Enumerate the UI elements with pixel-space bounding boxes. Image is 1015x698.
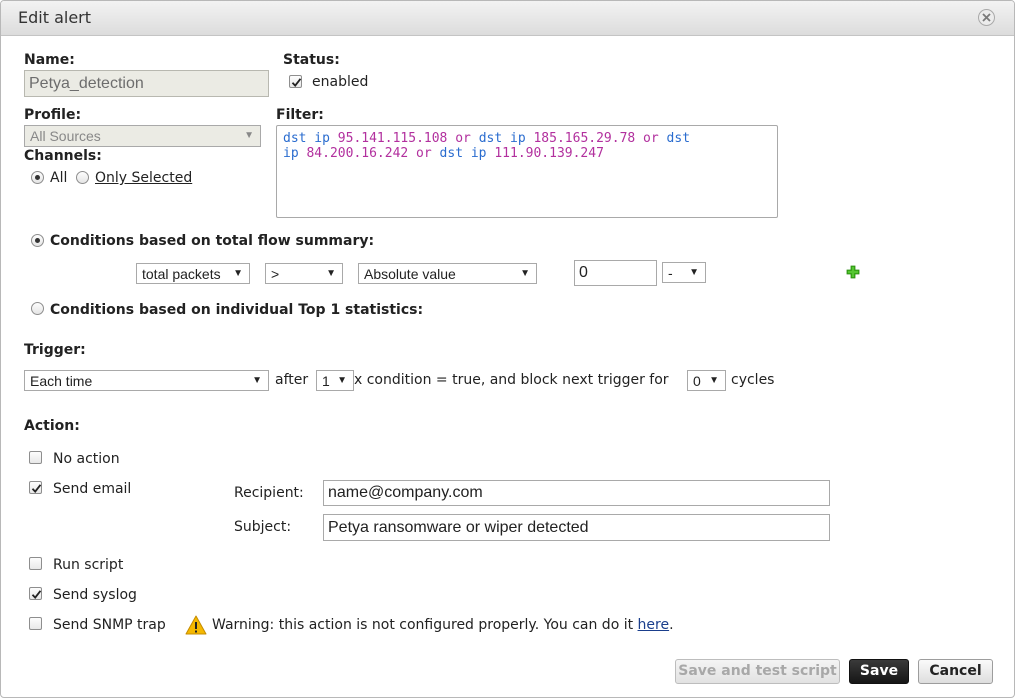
trigger-block-value: 0: [693, 373, 701, 389]
channels-only-selected-link[interactable]: Only Selected: [95, 170, 192, 186]
trigger-condition-text: x condition = true, and block next trigg…: [354, 372, 669, 388]
channels-only-selected-radio[interactable]: [76, 171, 89, 184]
no-action-checkbox[interactable]: [29, 451, 42, 464]
channels-all-label: All: [50, 170, 68, 186]
trigger-cycles-text: cycles: [731, 372, 775, 388]
trigger-mode-select[interactable]: Each time ▼: [24, 370, 269, 391]
filter-token: 95.141.115.108: [337, 131, 448, 146]
save-button[interactable]: Save: [849, 659, 909, 684]
channels-all-radio[interactable]: [31, 171, 44, 184]
profile-select[interactable]: All Sources ▼: [24, 125, 261, 147]
chevron-down-icon: ▼: [233, 268, 243, 279]
profile-select-value: All Sources: [30, 128, 101, 144]
dialog-title: Edit alert: [18, 8, 92, 27]
filter-token: dst: [666, 131, 691, 146]
chevron-down-icon: ▼: [244, 130, 254, 141]
profile-label: Profile:: [24, 107, 82, 123]
chevron-down-icon: ▼: [520, 268, 530, 279]
close-icon[interactable]: [978, 9, 995, 26]
warning-message: Warning: this action is not configured p…: [212, 617, 674, 633]
filter-token: or: [408, 146, 440, 161]
conditions-top-label: Conditions based on individual Top 1 sta…: [50, 302, 424, 318]
condition-mode-select[interactable]: Absolute value ▼: [358, 263, 537, 284]
plus-icon[interactable]: [846, 265, 860, 279]
chevron-down-icon: ▼: [689, 267, 699, 278]
save-and-test-script-button[interactable]: Save and test script: [675, 659, 840, 684]
subject-label: Subject:: [234, 519, 292, 535]
filter-token: 111.90.139.247: [494, 146, 604, 161]
trigger-block-select[interactable]: 0 ▼: [687, 370, 726, 391]
status-enabled-checkbox[interactable]: [289, 75, 302, 88]
status-label: Status:: [283, 52, 340, 68]
send-syslog-label: Send syslog: [53, 587, 137, 603]
conditions-total-radio[interactable]: [31, 234, 44, 247]
name-label: Name:: [24, 52, 75, 68]
subject-input[interactable]: [323, 514, 830, 541]
condition-mode-value: Absolute value: [364, 266, 456, 282]
edit-alert-dialog: Edit alert Name: Status: enabled Profile…: [0, 0, 1015, 698]
filter-token: dst ip: [478, 131, 534, 146]
condition-value-input[interactable]: [574, 260, 657, 286]
condition-metric-value: total packets: [142, 266, 221, 282]
condition-unit-select[interactable]: - ▼: [662, 262, 706, 283]
condition-operator-value: >: [271, 266, 280, 282]
status-enabled-label: enabled: [312, 74, 369, 90]
chevron-down-icon: ▼: [252, 375, 262, 386]
trigger-count-value: 1: [322, 373, 330, 389]
condition-unit-value: -: [668, 265, 673, 281]
action-label: Action:: [24, 418, 80, 434]
send-syslog-checkbox[interactable]: [29, 587, 42, 600]
run-script-label: Run script: [53, 557, 124, 573]
chevron-down-icon: ▼: [337, 375, 347, 386]
recipient-label: Recipient:: [234, 485, 304, 501]
warning-here-link[interactable]: here: [638, 617, 670, 633]
send-email-checkbox[interactable]: [29, 481, 42, 494]
trigger-after-text: after: [275, 372, 309, 388]
dialog-titlebar: Edit alert: [1, 1, 1014, 36]
filter-token: or: [447, 131, 479, 146]
conditions-top-radio[interactable]: [31, 302, 44, 315]
send-snmp-checkbox[interactable]: [29, 617, 42, 630]
no-action-label: No action: [53, 451, 120, 467]
chevron-down-icon: ▼: [709, 375, 719, 386]
filter-token: dst ip: [439, 146, 495, 161]
send-email-label: Send email: [53, 481, 132, 497]
warning-triangle-icon: [185, 615, 207, 635]
filter-token: 185.165.29.78: [533, 131, 636, 146]
filter-token: or: [635, 131, 667, 146]
name-field[interactable]: [24, 70, 269, 97]
channels-label: Channels:: [24, 148, 102, 164]
filter-token: dst ip: [283, 131, 338, 146]
condition-metric-select[interactable]: total packets ▼: [136, 263, 250, 284]
filter-textarea[interactable]: dst ip 95.141.115.108 or dst ip 185.165.…: [276, 125, 778, 218]
run-script-checkbox[interactable]: [29, 557, 42, 570]
cancel-button[interactable]: Cancel: [918, 659, 993, 684]
filter-token: 84.200.16.242: [306, 146, 409, 161]
send-snmp-label: Send SNMP trap: [53, 617, 166, 633]
trigger-mode-value: Each time: [30, 373, 93, 389]
trigger-count-select[interactable]: 1 ▼: [316, 370, 354, 391]
condition-operator-select[interactable]: > ▼: [265, 263, 343, 284]
conditions-total-label: Conditions based on total flow summary:: [50, 233, 375, 249]
recipient-input[interactable]: [323, 480, 830, 506]
chevron-down-icon: ▼: [326, 268, 336, 279]
warning-text: Warning: this action is not configured p…: [212, 617, 634, 633]
filter-label: Filter:: [276, 107, 324, 123]
trigger-label: Trigger:: [24, 342, 86, 358]
warning-end: .: [669, 617, 674, 633]
filter-token: ip: [283, 146, 307, 161]
